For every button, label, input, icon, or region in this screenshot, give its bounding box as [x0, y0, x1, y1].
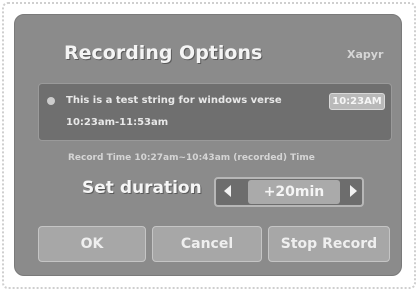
recording-info-panel	[38, 83, 392, 141]
info-icon	[47, 97, 55, 105]
cancel-button[interactable]: Cancel	[152, 226, 262, 262]
arrow-right-icon[interactable]	[350, 185, 357, 197]
program-title: This is a test string for windows verse	[66, 95, 282, 106]
set-duration-label: Set duration	[82, 178, 202, 198]
dialog-title: Recording Options	[64, 42, 263, 64]
ok-button[interactable]: OK	[38, 226, 146, 262]
arrow-left-icon[interactable]	[224, 185, 231, 197]
current-time-badge: 10:23AM	[329, 93, 385, 110]
record-time-text: Record Time 10:27am~10:43am (recorded) T…	[68, 153, 315, 163]
corner-label: Xapyr	[347, 48, 384, 61]
stop-record-button[interactable]: Stop Record	[268, 226, 390, 262]
program-time-range: 10:23am-11:53am	[66, 117, 169, 128]
duration-value: +20min	[248, 180, 340, 204]
